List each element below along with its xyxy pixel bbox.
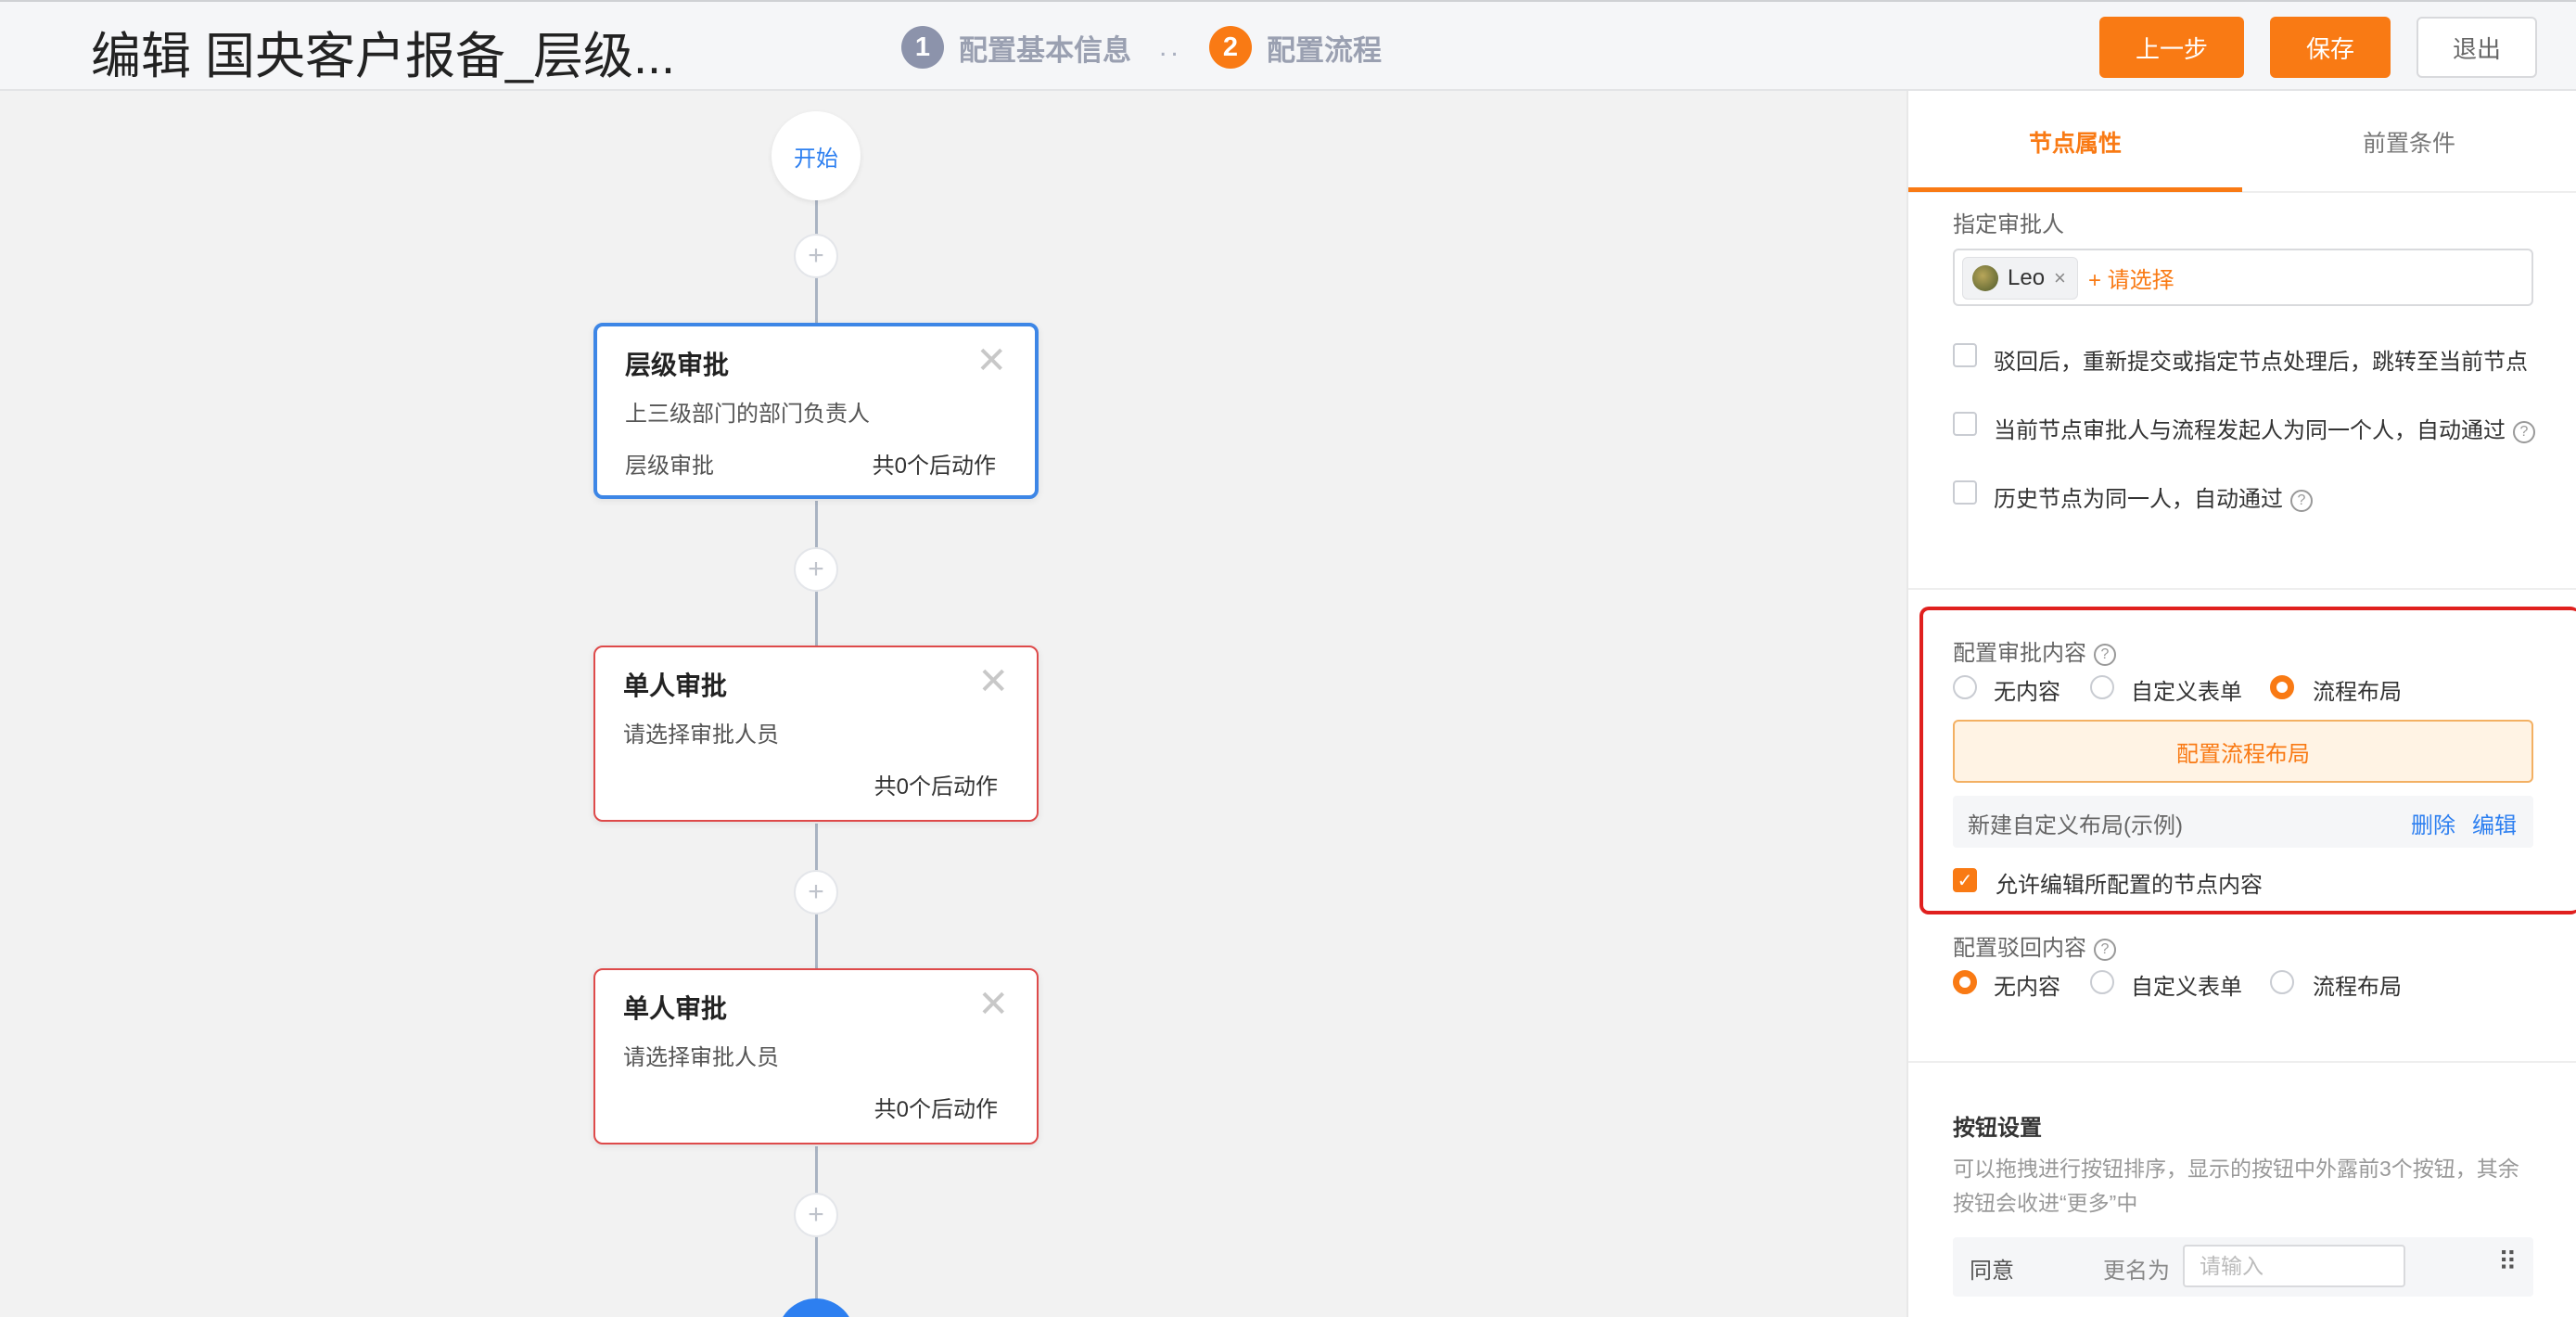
remove-tag-icon[interactable]: × xyxy=(2054,266,2066,290)
add-node-button[interactable]: + xyxy=(794,1193,838,1237)
option-label-text: 历史节点为同一人，自动通过 xyxy=(1994,487,2283,512)
option-checkbox-auto-pass-initiator[interactable] xyxy=(1953,412,1977,436)
radio-reject-custom-form[interactable] xyxy=(2090,970,2114,994)
button-settings-description: 可以拖拽进行按钮排序，显示的按钮中外露前3个按钮，其余按钮会收进“更多”中 xyxy=(1953,1157,2519,1215)
add-node-button[interactable]: + xyxy=(794,870,838,914)
avatar xyxy=(1972,265,1998,291)
divider xyxy=(1908,588,2576,590)
node-description: 请选择审批人员 xyxy=(623,722,779,748)
help-icon[interactable]: ? xyxy=(2094,938,2116,961)
step-label: 配置基本信息 xyxy=(959,33,1131,67)
rename-input[interactable] xyxy=(2183,1245,2405,1287)
node-action-count: 共0个后动作 xyxy=(872,454,996,479)
radio-reject-no-content[interactable] xyxy=(1953,970,1977,994)
node-title: 层级审批 xyxy=(625,351,730,379)
active-tab-indicator xyxy=(1908,187,2242,192)
button-settings-title: 按钮设置 xyxy=(1953,1116,2042,1141)
end-node[interactable] xyxy=(777,1298,855,1317)
step-number-badge: 1 xyxy=(901,26,944,69)
approver-label: 指定审批人 xyxy=(1953,212,2064,237)
flow-node-single-approval[interactable]: 单人审批 ✕ 请选择审批人员 共0个后动作 xyxy=(593,968,1039,1144)
add-approver-link[interactable]: + 请选择 xyxy=(2088,262,2174,294)
radio-reject-flow-layout[interactable] xyxy=(2270,970,2294,994)
reject-content-label: 配置驳回内容? xyxy=(1953,929,2116,962)
close-icon[interactable]: ✕ xyxy=(977,983,1009,1026)
radio-label: 无内容 xyxy=(1994,975,2060,1000)
rename-label: 更名为 xyxy=(2103,1259,2170,1284)
step-label: 配置流程 xyxy=(1267,33,1382,67)
close-icon[interactable]: ✕ xyxy=(976,339,1007,382)
help-icon[interactable]: ? xyxy=(2290,489,2313,512)
start-node[interactable]: 开始 xyxy=(772,111,861,200)
drag-handle-icon[interactable]: ⠿ xyxy=(2498,1247,2518,1277)
page-title: 编辑 国央客户报备_层级... xyxy=(91,29,676,84)
step-basic-info[interactable]: 1 配置基本信息 xyxy=(901,26,1131,69)
step-separator: .. xyxy=(1159,32,1182,62)
section-label-text: 配置驳回内容 xyxy=(1953,936,2086,961)
node-action-count: 共0个后动作 xyxy=(874,774,998,799)
option-label-text: 当前节点审批人与流程发起人为同一个人，自动通过 xyxy=(1994,418,2506,443)
panel-tabs: 节点属性 前置条件 xyxy=(1908,91,2576,193)
approver-name: Leo xyxy=(2008,265,2046,290)
flow-node-hierarchical-approval[interactable]: 层级审批 ✕ 上三级部门的部门负责人 层级审批 共0个后动作 xyxy=(593,323,1039,499)
node-title: 单人审批 xyxy=(623,994,728,1023)
approver-select[interactable]: Leo × + 请选择 xyxy=(1953,249,2533,306)
node-title: 单人审批 xyxy=(623,671,728,700)
node-action-count: 共0个后动作 xyxy=(874,1097,998,1122)
tab-node-properties[interactable]: 节点属性 xyxy=(1908,91,2242,193)
node-description: 上三级部门的部门负责人 xyxy=(625,402,870,427)
button-row-agree[interactable]: 同意 更名为 ⠿ xyxy=(1953,1237,2533,1297)
radio-label: 流程布局 xyxy=(2313,975,2402,1000)
option-checkbox-auto-pass-history[interactable] xyxy=(1953,480,1977,505)
add-node-button[interactable]: + xyxy=(794,234,838,278)
top-header: 编辑 国央客户报备_层级... 1 配置基本信息 .. 2 配置流程 上一步 保… xyxy=(0,0,2576,91)
step-number-badge: 2 xyxy=(1209,26,1252,69)
option-label: 历史节点为同一人，自动通过? xyxy=(1994,480,2313,513)
approver-tag: Leo × xyxy=(1962,257,2078,300)
close-icon[interactable]: ✕ xyxy=(977,660,1009,703)
option-label: 当前节点审批人与流程发起人为同一个人，自动通过? xyxy=(1994,412,2535,444)
save-button[interactable]: 保存 xyxy=(2270,17,2391,78)
radio-label: 自定义表单 xyxy=(2131,975,2242,1000)
divider xyxy=(1908,1061,2576,1063)
add-node-button[interactable]: + xyxy=(794,547,838,592)
option-checkbox-jump-back[interactable] xyxy=(1953,343,1977,367)
node-type: 层级审批 xyxy=(625,454,714,479)
node-description: 请选择审批人员 xyxy=(623,1045,779,1070)
option-label: 驳回后，重新提交或指定节点处理后，跳转至当前节点 xyxy=(1994,350,2528,375)
button-name: 同意 xyxy=(1970,1259,2014,1284)
previous-step-button[interactable]: 上一步 xyxy=(2099,17,2244,78)
highlight-box xyxy=(1919,607,2576,914)
exit-button[interactable]: 退出 xyxy=(2417,17,2537,78)
help-icon[interactable]: ? xyxy=(2513,420,2535,443)
step-configure-flow[interactable]: 2 配置流程 xyxy=(1209,26,1382,69)
flow-node-single-approval[interactable]: 单人审批 ✕ 请选择审批人员 共0个后动作 xyxy=(593,646,1039,822)
tab-preconditions[interactable]: 前置条件 xyxy=(2242,91,2576,193)
